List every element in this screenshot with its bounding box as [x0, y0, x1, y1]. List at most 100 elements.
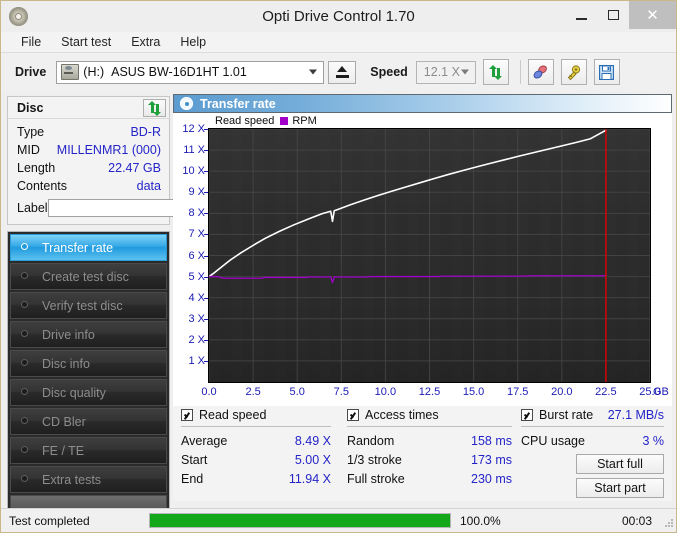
sidebar-item-drive-info[interactable]: Drive info: [10, 321, 167, 348]
refresh-button[interactable]: [482, 59, 509, 85]
sidebar-nav: Transfer rate Create test disc Verify te…: [7, 231, 170, 514]
key-button[interactable]: [560, 59, 587, 85]
read-speed-header: Read speed: [181, 406, 331, 423]
disc-icon: [17, 384, 34, 401]
value-random: 158 ms: [471, 433, 512, 448]
maximize-icon: [607, 10, 619, 20]
disc-row-mid: MID MILLENMR1 (000): [8, 141, 169, 159]
menu-help[interactable]: Help: [170, 32, 216, 53]
drive-select[interactable]: (H:) ASUS BW-16D1HT 1.01: [56, 60, 325, 84]
sidebar-item-verify-test-disc[interactable]: Verify test disc: [10, 292, 167, 319]
sidebar-label: Drive info: [42, 327, 95, 342]
burst-rate-title: Burst rate: [539, 407, 594, 422]
sidebar-label: FE / TE: [42, 443, 85, 458]
legend-read-speed: Read speed: [215, 115, 275, 127]
eject-button[interactable]: [328, 60, 357, 84]
disc-icon: [17, 326, 34, 343]
sidebar-item-create-test-disc[interactable]: Create test disc: [10, 263, 167, 290]
disc-info-panel: Type BD-R MID MILLENMR1 (000) Length 22.…: [7, 118, 251, 225]
menu-extra[interactable]: Extra: [121, 32, 170, 53]
disc-value-type: BD-R: [130, 125, 161, 139]
refresh-icon: [489, 64, 503, 80]
disc-key-mid: MID: [17, 143, 40, 157]
x-tick-label: 12.5: [418, 386, 441, 398]
x-tick-label: 15.0: [462, 386, 485, 398]
resize-grip-icon[interactable]: [660, 514, 674, 528]
maximize-button[interactable]: [597, 1, 629, 29]
y-tick-mark: [204, 297, 208, 299]
disc-icon: [17, 297, 34, 314]
results-read-speed: Read speed Average 8.49 X Start 5.00 X E…: [181, 406, 331, 488]
minimize-button[interactable]: [565, 1, 597, 29]
sidebar-label: Disc quality: [42, 385, 106, 400]
minimize-icon: [575, 17, 587, 20]
save-button[interactable]: [593, 59, 620, 85]
save-icon: [599, 64, 615, 80]
sidebar-item-transfer-rate[interactable]: Transfer rate: [10, 234, 167, 261]
key-end: End: [181, 471, 204, 486]
progress-percent: 100.0%: [460, 513, 501, 528]
burst-rate-checkbox[interactable]: [521, 408, 533, 421]
y-tick-mark: [204, 129, 208, 130]
disc-icon: [180, 97, 193, 110]
close-button[interactable]: ✕: [629, 1, 676, 29]
chart-title: Transfer rate: [200, 96, 276, 111]
y-tick-label: 12 X: [182, 123, 205, 135]
drive-name: ASUS BW-16D1HT 1.01: [111, 65, 247, 79]
chart-header: Transfer rate: [173, 94, 672, 113]
drive-icon: [61, 64, 80, 80]
speed-select[interactable]: 12.1 X: [415, 60, 476, 84]
access-times-checkbox[interactable]: [347, 408, 359, 421]
disc-row-type: Type BD-R: [8, 123, 169, 141]
disc-refresh-button[interactable]: [143, 99, 166, 117]
sidebar-item-disc-quality[interactable]: Disc quality: [10, 379, 167, 406]
speed-label: Speed: [370, 65, 408, 79]
menu-file[interactable]: File: [11, 32, 51, 53]
left-column: Disc Type BD-R MID MILLENMR1 (000) Lengt…: [7, 96, 251, 532]
row-cpu-usage: CPU usage 3 %: [521, 431, 664, 450]
disc-icon: [17, 442, 34, 459]
y-tick-label: 2 X: [188, 333, 205, 346]
read-speed-checkbox[interactable]: [181, 408, 193, 421]
y-tick-label: 1 X: [188, 354, 205, 367]
disc-label-row: Label: [8, 195, 251, 219]
disc-row-length: Length 22.47 GB: [8, 159, 169, 177]
value-cpu-usage: 3 %: [642, 433, 664, 448]
divider: [181, 426, 331, 427]
disc-icon: [17, 268, 34, 285]
value-start: 5.00 X: [294, 452, 331, 467]
disc-label-text: Label: [17, 201, 48, 215]
disc-value-length: 22.47 GB: [108, 161, 161, 175]
elapsed-time: 00:03: [621, 513, 652, 528]
disc-key-contents: Contents: [17, 179, 68, 193]
key-start: Start: [181, 452, 208, 467]
x-tick-label: 2.5: [245, 386, 261, 398]
y-tick-label: 10 X: [182, 165, 205, 178]
sidebar-item-cd-bler[interactable]: CD Bler: [10, 408, 167, 435]
sidebar-item-fe-te[interactable]: FE / TE: [10, 437, 167, 464]
disc-icon: [17, 239, 34, 256]
start-full-button[interactable]: Start full: [576, 454, 664, 474]
sidebar-item-disc-info[interactable]: Disc info: [10, 350, 167, 377]
y-tick-mark: [204, 171, 208, 173]
start-part-button[interactable]: Start part: [576, 478, 664, 498]
row-end: End 11.94 X: [181, 469, 331, 488]
y-tick-mark: [204, 339, 208, 341]
divider: [347, 426, 512, 427]
disc-row-contents: Contents data: [8, 177, 169, 195]
erase-button[interactable]: [527, 59, 554, 85]
row-random: Random 158 ms: [347, 431, 512, 450]
sidebar-label: Extra tests: [42, 472, 102, 487]
sidebar-item-extra-tests[interactable]: Extra tests: [10, 466, 167, 493]
burst-rate-header: Burst rate 27.1 MB/s: [521, 406, 664, 423]
access-times-header: Access times: [347, 406, 512, 423]
sidebar-label: Transfer rate: [42, 240, 114, 255]
status-bar: Test completed 100.0% 00:03: [1, 508, 676, 532]
drive-letter: (H:): [83, 65, 105, 79]
key-full-stroke: Full stroke: [347, 471, 405, 486]
disc-key-length: Length: [17, 161, 56, 175]
disc-panel-header: Disc: [7, 96, 170, 118]
disc-panel-title: Disc: [17, 100, 44, 115]
menu-start-test[interactable]: Start test: [51, 32, 121, 53]
eject-icon: [335, 66, 349, 78]
